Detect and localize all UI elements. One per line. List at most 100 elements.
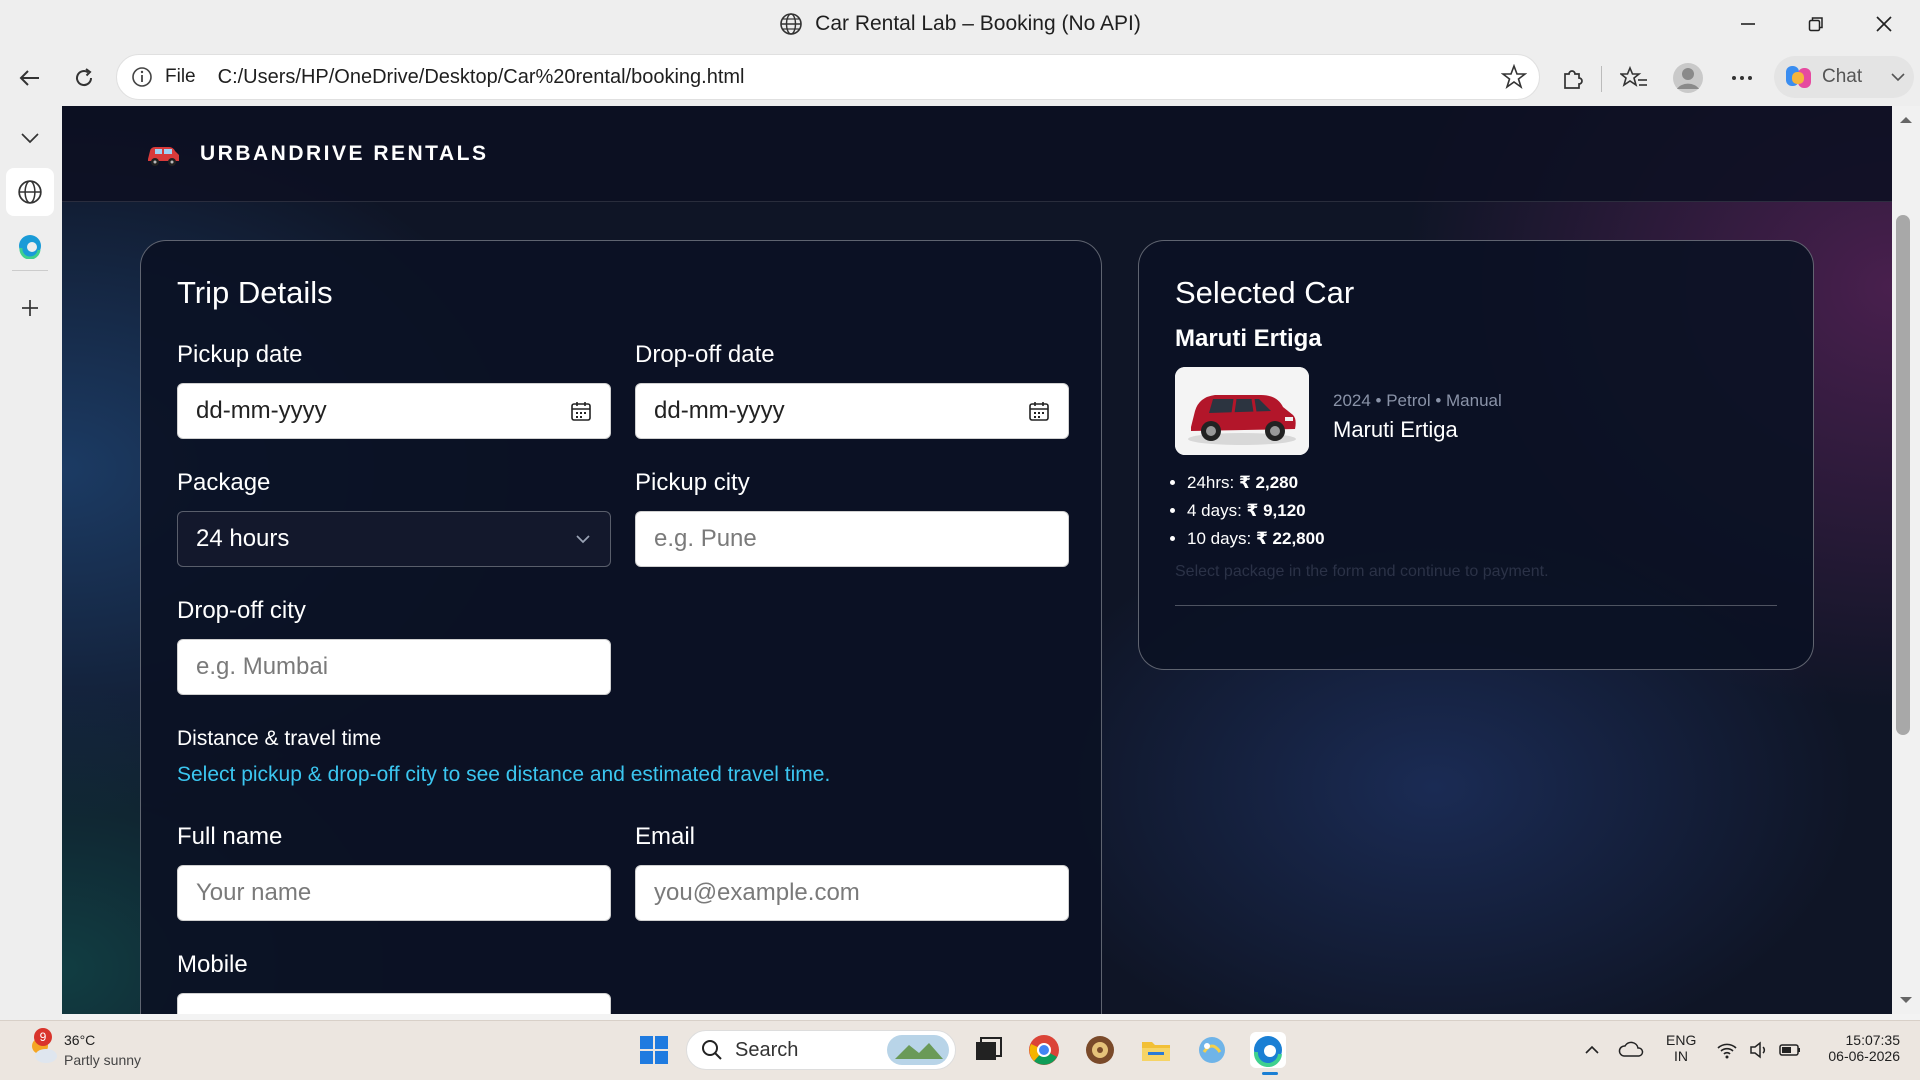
- file-explorer-button[interactable]: [1138, 1032, 1174, 1068]
- selected-car-name: Maruti Ertiga: [1175, 325, 1322, 352]
- package-select[interactable]: 24 hours: [177, 511, 611, 567]
- sidebar-tab-edge[interactable]: [10, 226, 50, 266]
- car-meta: 2024 • Petrol • Manual: [1333, 391, 1502, 410]
- price-value: ₹ 2,280: [1238, 473, 1299, 492]
- back-button[interactable]: [10, 58, 50, 98]
- price-list: 24hrs: ₹ 2,280 4 days: ₹ 9,120 10 days: …: [1139, 469, 1325, 553]
- chrome-taskbar-button[interactable]: [1026, 1032, 1062, 1068]
- calendar-icon[interactable]: [570, 400, 592, 422]
- car-thumbnail: [1175, 367, 1309, 455]
- dropoff-date-label: Drop-off date: [635, 341, 775, 368]
- more-dots-icon: [1732, 76, 1752, 80]
- car-card-name: Maruti Ertiga: [1333, 417, 1458, 442]
- scroll-up-icon[interactable]: [1892, 110, 1920, 130]
- globe-icon: [18, 180, 42, 204]
- sidebar-tab-active[interactable]: [6, 168, 54, 216]
- email-label: Email: [635, 823, 696, 850]
- profile-button[interactable]: [1668, 58, 1708, 98]
- favorite-star-icon[interactable]: [1501, 64, 1527, 90]
- distance-hint: Select pickup & drop-off city to see dis…: [177, 763, 831, 786]
- more-menu-button[interactable]: [1722, 58, 1762, 98]
- sidebar-add-button[interactable]: [10, 288, 50, 328]
- info-icon[interactable]: [131, 66, 153, 88]
- address-url[interactable]: C:/Users/HP/OneDrive/Desktop/Car%20renta…: [218, 66, 745, 89]
- clock[interactable]: 15:07:35 06-06-2026: [1800, 1032, 1900, 1064]
- dropoff-date-input[interactable]: dd-mm-yyyy: [635, 383, 1069, 439]
- chevron-down-icon: [1891, 73, 1905, 82]
- minimize-button[interactable]: [1720, 0, 1776, 48]
- distance-label: Distance & travel time: [177, 727, 382, 750]
- search-icon: [702, 1040, 722, 1060]
- pickup-city-placeholder: e.g. Pune: [654, 525, 757, 552]
- close-icon: [1876, 16, 1892, 32]
- fullname-placeholder: Your name: [196, 879, 312, 906]
- taskbar-search[interactable]: Search: [686, 1030, 956, 1070]
- refresh-icon: [76, 68, 93, 87]
- toolbar-divider: [1601, 66, 1602, 92]
- email-input[interactable]: you@example.com: [635, 865, 1069, 921]
- task-view-button[interactable]: [970, 1032, 1006, 1068]
- start-button[interactable]: [636, 1032, 672, 1068]
- avatar-icon: [1673, 63, 1703, 93]
- trip-details-title: Trip Details: [177, 275, 333, 310]
- dropoff-city-placeholder: e.g. Mumbai: [196, 653, 329, 680]
- language-indicator[interactable]: ENG IN: [1666, 1032, 1696, 1064]
- favorites-list-icon: [1620, 65, 1647, 87]
- chat-label: Chat: [1822, 66, 1863, 87]
- weather-desc: Partly sunny: [64, 1052, 142, 1068]
- system-tray[interactable]: [1716, 1040, 1802, 1060]
- calendar-icon[interactable]: [1028, 400, 1050, 422]
- window-title-text: Car Rental Lab – Booking (No API): [815, 12, 1141, 35]
- search-highlight-icon: [887, 1035, 949, 1065]
- brand-name[interactable]: URBANDRIVE RENTALS: [200, 142, 488, 166]
- package-label: Package: [177, 469, 271, 496]
- refresh-button[interactable]: [64, 58, 104, 98]
- price-label: 10 days:: [1187, 529, 1256, 548]
- windows-icon: [640, 1036, 668, 1064]
- mobile-input[interactable]: [177, 993, 611, 1014]
- page-viewport: URBANDRIVE RENTALS Trip Details Pickup d…: [62, 106, 1892, 1014]
- puzzle-icon: [1564, 70, 1583, 89]
- app-taskbar-button[interactable]: [1082, 1032, 1118, 1068]
- restore-button[interactable]: [1788, 0, 1844, 48]
- dropoff-city-input[interactable]: e.g. Mumbai: [177, 639, 611, 695]
- sidebar-collapse-button[interactable]: [10, 118, 50, 158]
- weather-widget[interactable]: 9 36°C Partly sunny: [24, 1028, 184, 1074]
- app-emblem-icon: [1086, 1036, 1114, 1064]
- tray-overflow-button[interactable]: [1582, 1040, 1602, 1065]
- close-window-button[interactable]: [1856, 0, 1912, 48]
- app-icon: [1199, 1037, 1225, 1063]
- task-view-icon: [976, 1037, 1002, 1060]
- weather-badge: 9: [34, 1028, 52, 1046]
- onedrive-button[interactable]: [1618, 1040, 1644, 1065]
- scroll-down-icon[interactable]: [1892, 990, 1920, 1010]
- scrollbar-thumb[interactable]: [1896, 215, 1910, 735]
- fullname-input[interactable]: Your name: [177, 865, 611, 921]
- folder-icon: [1142, 1042, 1170, 1061]
- edge-taskbar-button[interactable]: [1250, 1032, 1286, 1068]
- sidebar-divider: [12, 270, 48, 271]
- trip-details-card: Trip Details Pickup date dd-mm-yyyy Drop…: [140, 240, 1102, 1014]
- language-code: ENG: [1666, 1032, 1697, 1048]
- price-label: 4 days:: [1187, 501, 1247, 520]
- active-app-indicator: [1262, 1072, 1278, 1075]
- dropoff-city-label: Drop-off city: [177, 597, 306, 624]
- favorites-button[interactable]: [1614, 58, 1654, 98]
- selected-car-title: Selected Car: [1175, 275, 1355, 310]
- price-item-10days: 10 days: ₹ 22,800: [1187, 525, 1325, 553]
- copilot-chat-button[interactable]: Chat: [1774, 56, 1914, 98]
- car-icon: [148, 146, 179, 166]
- address-bar[interactable]: File C:/Users/HP/OneDrive/Desktop/Car%20…: [116, 54, 1540, 100]
- chevron-down-icon: [576, 535, 590, 544]
- wifi-icon: [1717, 1043, 1737, 1059]
- pickup-city-input[interactable]: e.g. Pune: [635, 511, 1069, 567]
- app2-taskbar-button[interactable]: [1194, 1032, 1230, 1068]
- pickup-city-label: Pickup city: [635, 469, 750, 496]
- pickup-date-input[interactable]: dd-mm-yyyy: [177, 383, 611, 439]
- email-placeholder: you@example.com: [654, 879, 860, 906]
- extensions-button[interactable]: [1553, 58, 1593, 98]
- battery-icon: [1779, 1044, 1800, 1056]
- price-label: 24hrs:: [1187, 473, 1239, 492]
- pickup-date-label: Pickup date: [177, 341, 303, 368]
- chevron-up-icon: [1585, 1045, 1599, 1054]
